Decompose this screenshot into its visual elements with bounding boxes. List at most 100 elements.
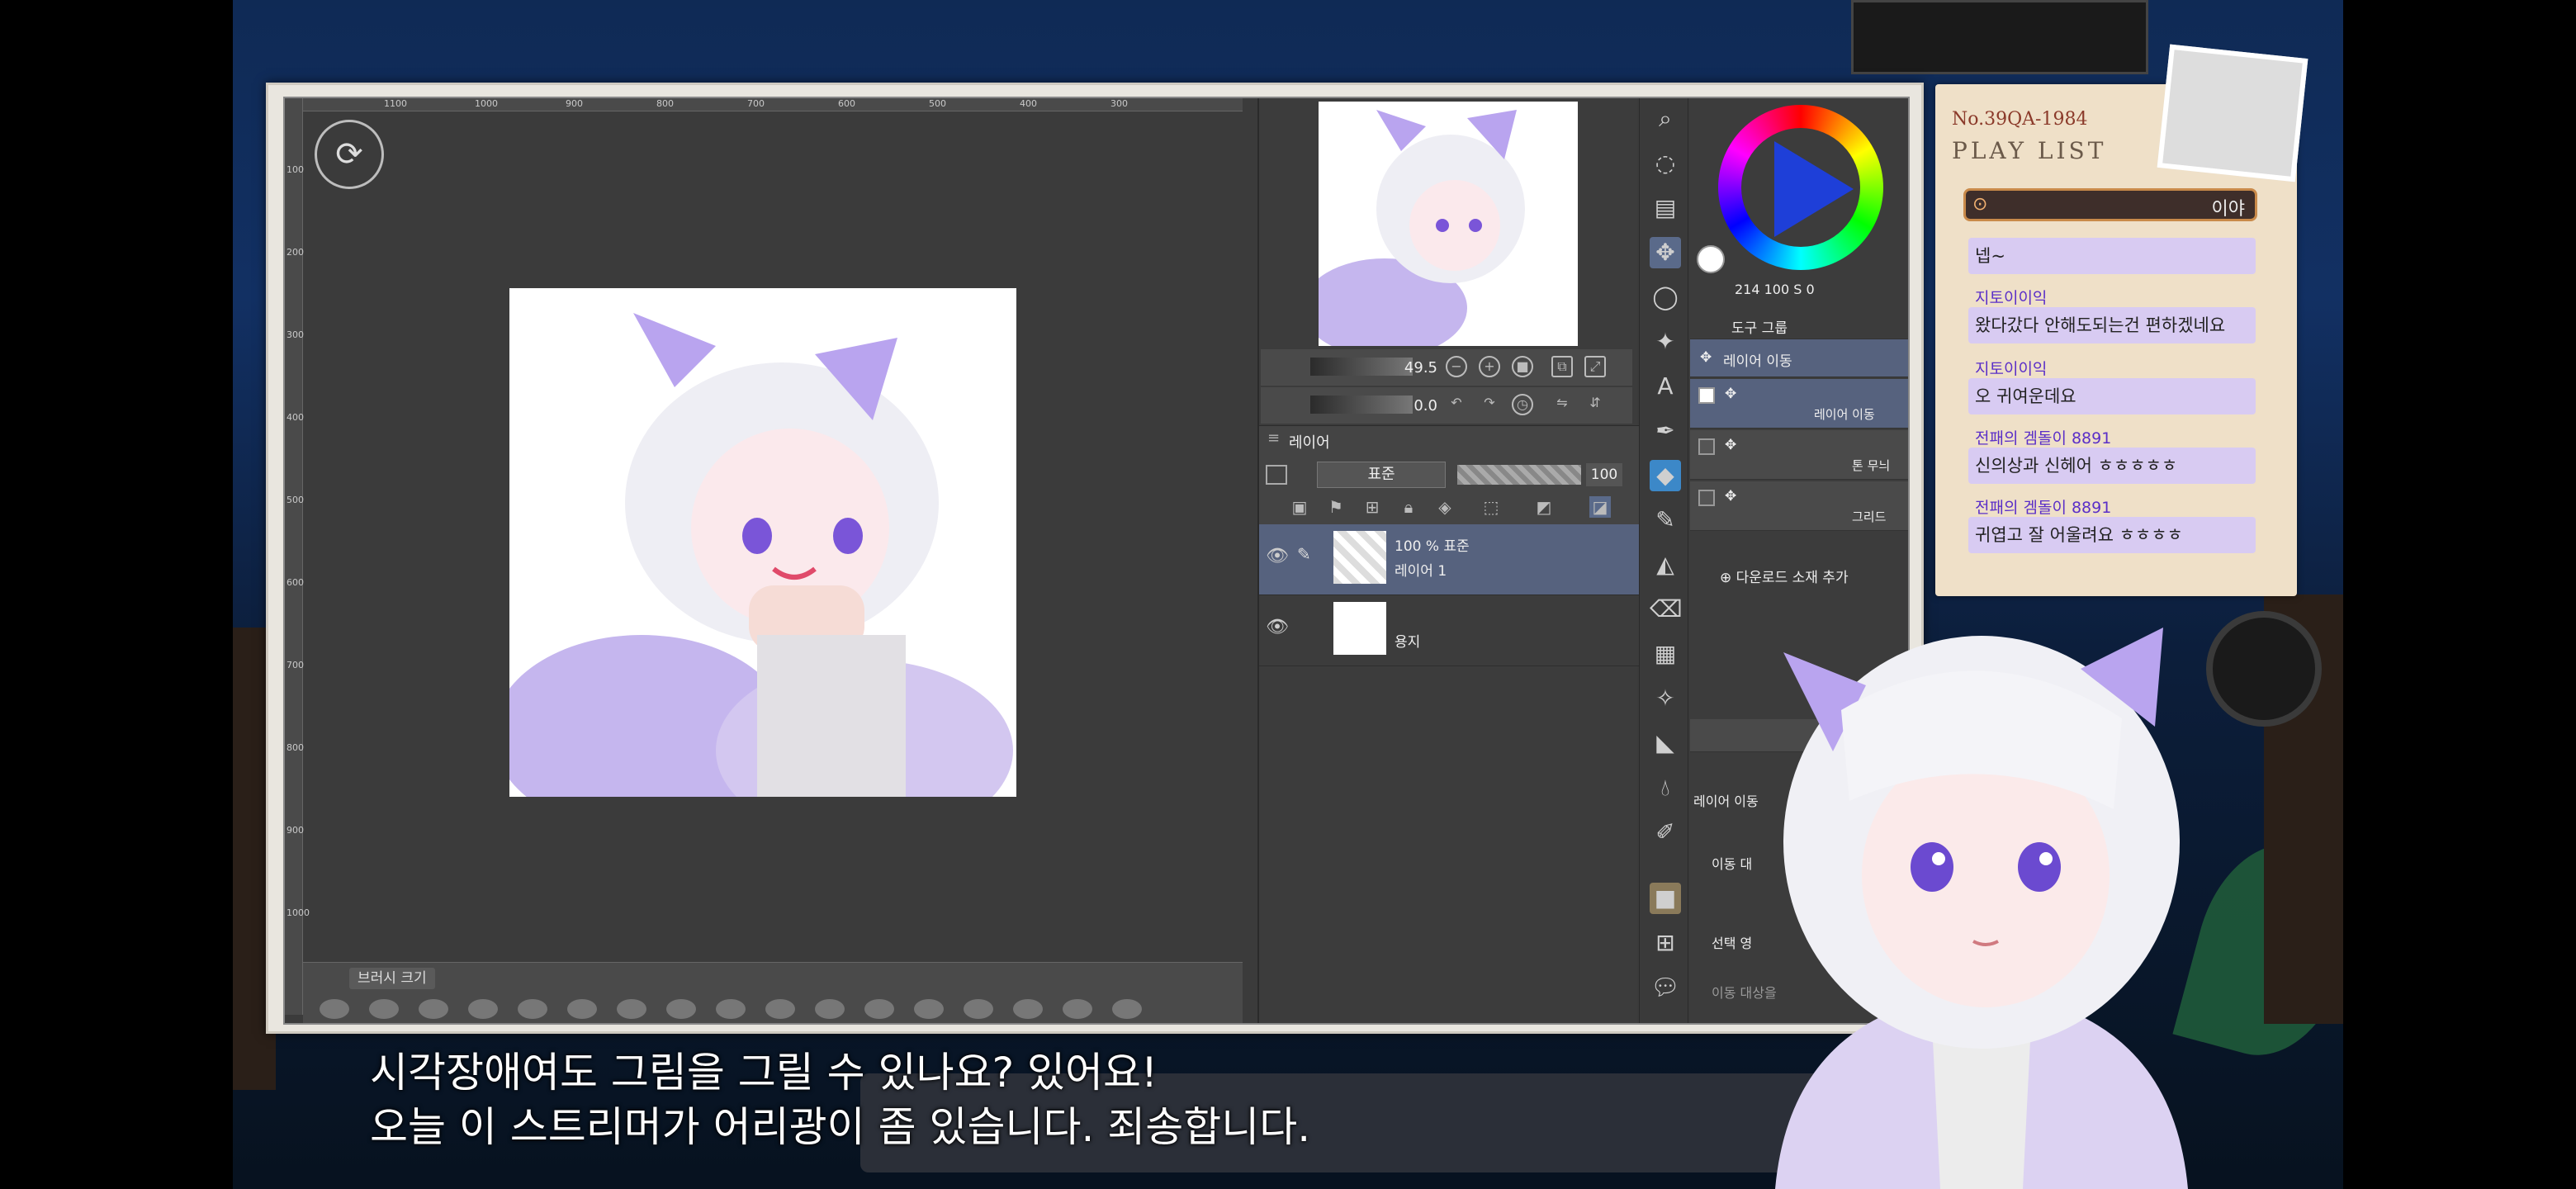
artwork-canvas[interactable]	[509, 288, 1016, 797]
fill-icon[interactable]: ◭	[1650, 549, 1681, 580]
lock-icon[interactable]: 🔒︎	[1398, 496, 1419, 518]
zoom-in-icon[interactable]: +	[1479, 356, 1500, 377]
eye-icon[interactable]: 👁︎	[1266, 546, 1289, 566]
tab-tool-group[interactable]: 도구 그룹	[1731, 316, 1788, 337]
brush-size-preset[interactable]	[964, 999, 993, 1019]
eraser-icon[interactable]: ⌫	[1650, 594, 1683, 625]
ruler-label: 500	[286, 495, 304, 505]
grid-icon[interactable]: ⊞	[1650, 927, 1681, 959]
color-triangle[interactable]	[1774, 141, 1854, 237]
canvas-area[interactable]: 1100 1000 900 800 700 600 500 400 300 10…	[285, 98, 1243, 1023]
brush-size-preset[interactable]	[1013, 999, 1043, 1019]
sub-tool-row[interactable]: ✥ 톤 무늬	[1690, 430, 1908, 480]
pencil-icon[interactable]: ✐	[1650, 817, 1681, 848]
zoom-icon[interactable]: ⌕	[1650, 103, 1681, 135]
gradient-icon[interactable]: ▦	[1650, 638, 1681, 670]
layer-name: 레이어 1	[1395, 563, 1447, 580]
chat-text: 귀엽고 잘 어울려요 ㅎㅎㅎㅎ	[1975, 525, 2183, 545]
opacity-slider[interactable]	[1457, 465, 1581, 485]
chat-search-bar[interactable]: ⊙ 이야	[1963, 188, 2257, 221]
eye-icon[interactable]: 👁︎	[1266, 617, 1289, 637]
tool-group-header: 도구 그룹	[1690, 310, 1908, 339]
chat-text: 신의상과 신헤어 ㅎㅎㅎㅎㅎ	[1975, 456, 2178, 476]
foreground-color-swatch[interactable]	[1697, 245, 1725, 273]
clip-icon[interactable]: ▣	[1289, 496, 1310, 518]
blend-mode-select[interactable]: 표준	[1317, 462, 1446, 488]
actual-size-icon[interactable]: ⤢	[1584, 356, 1606, 377]
layer-row[interactable]: 👁︎ 용지	[1259, 595, 1639, 666]
drawing-app-window: 1100 1000 900 800 700 600 500 400 300 10…	[283, 97, 1910, 1025]
brush-size-preset[interactable]	[1112, 999, 1142, 1019]
sub-tool-row[interactable]: ✥ 레이어 이동	[1690, 379, 1908, 429]
brush-size-preset[interactable]	[617, 999, 646, 1019]
brush-size-preset[interactable]	[518, 999, 547, 1019]
download-material-button[interactable]: ⊕ 다운로드 소재 추가	[1720, 566, 1849, 586]
pen-icon[interactable]: ✎	[1650, 504, 1681, 536]
color-swatch-icon[interactable]: ■	[1650, 883, 1681, 914]
lock-transparency-icon[interactable]: ⊞	[1361, 496, 1383, 518]
brush-size-preset[interactable]	[419, 999, 448, 1019]
ruler-label: 200	[286, 247, 304, 258]
tab-layer[interactable]: 레이어	[1289, 431, 1330, 452]
reset-rotate-icon[interactable]: ◷	[1512, 394, 1533, 415]
subtitle-line: 시각장애여도 그림을 그릴 수 있나요? 있어요!	[370, 1049, 1158, 1097]
navigator-preview[interactable]	[1319, 102, 1578, 346]
ruler-label: 400	[286, 412, 304, 423]
layer-thumbnail	[1333, 531, 1386, 584]
brush-size-preset[interactable]	[567, 999, 597, 1019]
brush-size-preset[interactable]	[864, 999, 894, 1019]
brush-size-preset[interactable]	[716, 999, 746, 1019]
mask-icon[interactable]: ◈	[1434, 496, 1456, 518]
checkbox[interactable]	[1698, 387, 1715, 404]
chat-text: 오 귀여운데요	[1975, 386, 2076, 406]
palette-color-icon[interactable]: ◩	[1533, 496, 1555, 518]
blend-icon[interactable]: 💧︎	[1650, 772, 1681, 803]
brush-size-preset[interactable]	[815, 999, 845, 1019]
ruler-label: 1000	[475, 98, 498, 109]
layer-select-icon[interactable]: ▤	[1650, 192, 1681, 224]
brush-size-preset[interactable]	[765, 999, 795, 1019]
rotate-left-icon[interactable]: ↶	[1446, 394, 1467, 415]
checkbox[interactable]	[1698, 438, 1715, 455]
brush-size-preset[interactable]	[468, 999, 498, 1019]
rotate-right-icon[interactable]: ↷	[1479, 394, 1500, 415]
fit-icon[interactable]: ■	[1512, 356, 1533, 377]
move-icon: ✥	[1725, 386, 1737, 402]
ruler-label: 700	[747, 98, 765, 109]
fit-window-icon[interactable]: ⧉	[1551, 356, 1573, 377]
brush-size-preset[interactable]	[320, 999, 349, 1019]
brush-size-preset[interactable]	[666, 999, 696, 1019]
navigator-thumbnail	[1319, 102, 1578, 346]
brush-size-preset[interactable]	[369, 999, 399, 1019]
brush-size-preset[interactable]	[914, 999, 944, 1019]
magic-wand-icon[interactable]: ✦	[1650, 326, 1681, 358]
sub-tool-row[interactable]: ✥ 그리드	[1690, 481, 1908, 531]
checkbox[interactable]	[1698, 490, 1715, 506]
flip-vertical-icon[interactable]: ⇵	[1584, 394, 1606, 415]
color-wheel[interactable]	[1718, 105, 1883, 270]
sparkle-icon[interactable]: ✧	[1650, 683, 1681, 714]
opacity-value[interactable]: 100	[1586, 463, 1622, 486]
flip-horizontal-icon[interactable]: ⇋	[1551, 394, 1573, 415]
ruler-icon[interactable]: ⬚	[1480, 496, 1502, 518]
brush-size-preset[interactable]	[1063, 999, 1092, 1019]
operation-icon[interactable]: ◌	[1650, 148, 1681, 179]
chat-icon[interactable]: 💬︎	[1650, 972, 1681, 1003]
menu-icon[interactable]: ≡	[1267, 429, 1280, 447]
sub-tool-row[interactable]: ✥ 레이어 이동	[1690, 339, 1908, 377]
zoom-out-icon[interactable]: −	[1446, 356, 1467, 377]
text-icon[interactable]: A	[1650, 371, 1681, 402]
triangle-icon[interactable]: ◣	[1650, 727, 1681, 759]
brush-size-tab[interactable]: 브러시 크기	[349, 968, 435, 989]
layer-color-icon[interactable]	[1266, 465, 1287, 485]
layer-color-icon[interactable]: ◪	[1589, 496, 1611, 518]
layer-row[interactable]: 👁︎ ✎ 100 % 표준 레이어 1	[1259, 524, 1639, 595]
move-icon: ✥	[1700, 349, 1712, 366]
vector-icon[interactable]: ◆	[1650, 460, 1681, 491]
lasso-icon[interactable]: ◯	[1650, 282, 1681, 313]
reference-icon[interactable]: ⚑	[1325, 496, 1347, 518]
move-icon[interactable]: ✥	[1650, 237, 1681, 268]
rotate-canvas-icon[interactable]: ⟳	[315, 120, 384, 189]
drawing-app-capture: 1100 1000 900 800 700 600 500 400 300 10…	[266, 83, 1924, 1034]
eyedropper-icon[interactable]: ✒	[1650, 415, 1681, 447]
